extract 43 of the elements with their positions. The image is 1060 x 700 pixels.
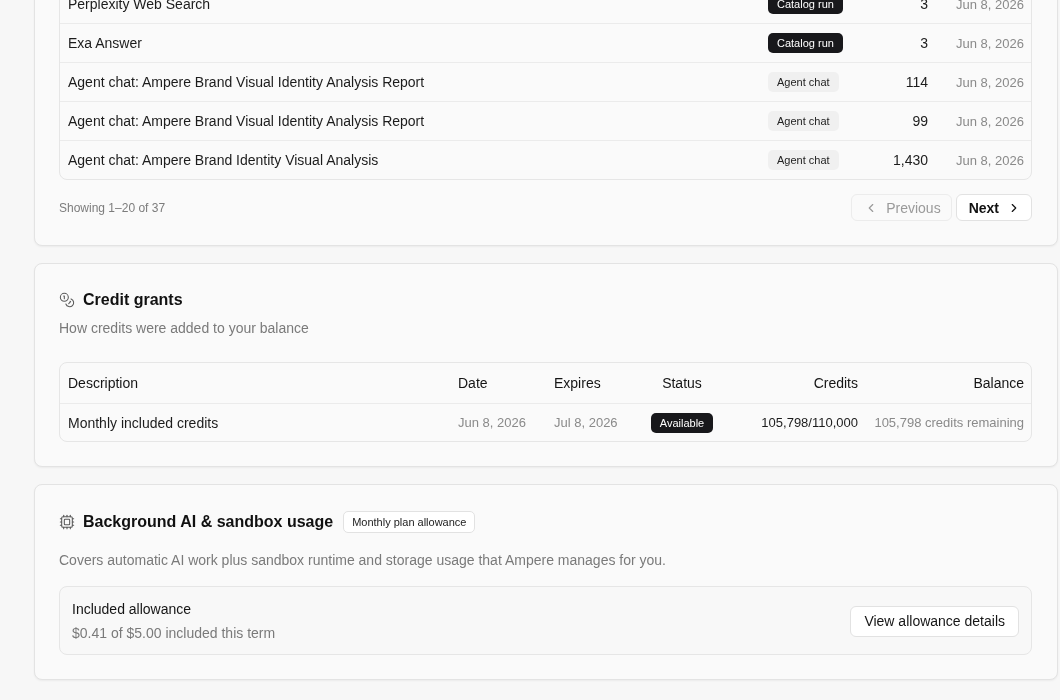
table-cell: Jun 8, 2026 bbox=[956, 35, 1024, 51]
column-header: Balance bbox=[973, 375, 1024, 391]
view-allowance-details-button[interactable]: View allowance details bbox=[850, 605, 1019, 637]
table-cell: 105,798 credits remaining bbox=[874, 415, 1024, 430]
pagination-summary: Showing 1–20 of 37 bbox=[59, 200, 166, 215]
table-cell: Agent chat: Ampere Brand Identity Visual Analysis bbox=[68, 152, 379, 168]
section-title: Credit grants bbox=[83, 291, 183, 309]
table-cell: Jun 8, 2026 bbox=[458, 415, 526, 430]
table-cell: 114 bbox=[905, 74, 928, 90]
status-badge: Available bbox=[650, 412, 714, 433]
allowance-title: Included allowance bbox=[72, 600, 193, 619]
table-cell: Exa Answer bbox=[68, 35, 142, 51]
section-description: Covers automatic AI work plus sandbox runtime and storage usage that Ampere manages for you. bbox=[59, 551, 667, 570]
table-cell: Jun 8, 2026 bbox=[956, 152, 1024, 168]
table-cell: 1,430 bbox=[892, 152, 928, 168]
table-cell: Jun 8, 2026 bbox=[956, 74, 1024, 90]
section-subtitle: How credits were added to your balance bbox=[59, 319, 310, 338]
table-cell: Agent chat: Ampere Brand Visual Identity Analysis Report bbox=[68, 113, 425, 129]
column-header: Date bbox=[458, 375, 488, 391]
type-badge: Agent chat bbox=[768, 111, 839, 131]
coins-icon bbox=[59, 292, 75, 308]
table-cell: Agent chat: Ampere Brand Visual Identity Analysis Report bbox=[68, 74, 425, 90]
table-cell: Jun 8, 2026 bbox=[956, 113, 1024, 129]
column-header: Status bbox=[662, 375, 702, 391]
plan-badge: Monthly plan allowance bbox=[343, 510, 476, 533]
chip-icon bbox=[59, 513, 75, 530]
table-cell: Jun 8, 2026 bbox=[956, 0, 1024, 12]
table-cell: 105,798/110,000 bbox=[761, 415, 858, 430]
allowance-detail: $0.41 of $5.00 included this term bbox=[72, 624, 276, 643]
column-header: Credits bbox=[813, 375, 858, 391]
table-cell: Monthly included credits bbox=[68, 414, 219, 431]
table-cell: 3 bbox=[920, 35, 928, 51]
type-badge: Catalog run bbox=[768, 0, 843, 14]
next-button[interactable]: Next bbox=[955, 194, 1032, 221]
column-header: Expires bbox=[554, 375, 601, 391]
table-cell: 3 bbox=[920, 0, 928, 12]
table-cell: 99 bbox=[912, 113, 928, 129]
type-badge: Agent chat bbox=[768, 72, 839, 92]
column-header: Description bbox=[68, 375, 139, 391]
type-badge: Agent chat bbox=[768, 150, 839, 170]
section-title: Background AI & sandbox usage bbox=[83, 512, 334, 531]
type-badge: Catalog run bbox=[768, 33, 843, 53]
table-cell: Jul 8, 2026 bbox=[554, 415, 618, 430]
